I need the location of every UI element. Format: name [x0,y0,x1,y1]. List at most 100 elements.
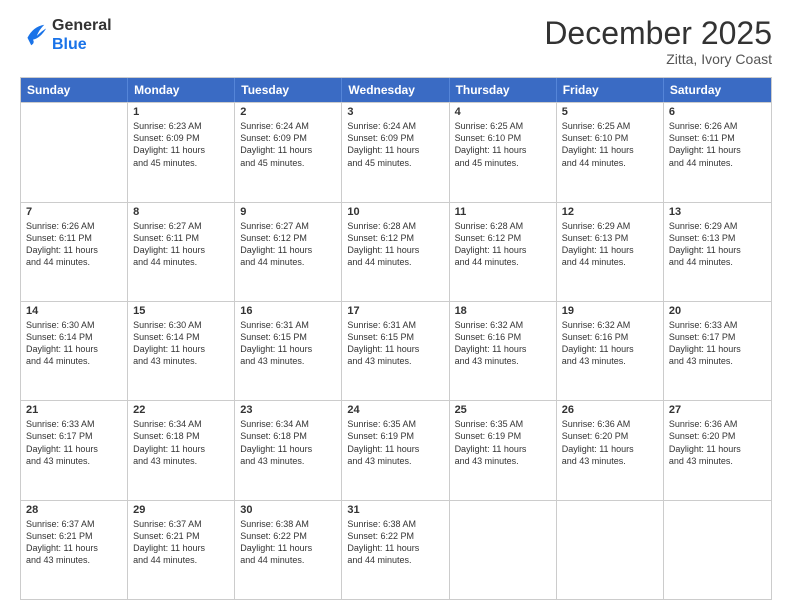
day-info: Sunrise: 6:34 AMSunset: 6:18 PMDaylight:… [133,418,229,467]
week-row-1: 1Sunrise: 6:23 AMSunset: 6:09 PMDaylight… [21,102,771,201]
day-number: 11 [455,206,551,218]
day-number: 4 [455,106,551,118]
day-info: Sunrise: 6:31 AMSunset: 6:15 PMDaylight:… [347,319,443,368]
cal-cell-1: 1Sunrise: 6:23 AMSunset: 6:09 PMDaylight… [128,103,235,201]
cal-cell-23: 23 Sunrise: 6:34 AMSunset: 6:18 PMDayligh… [235,401,342,499]
cal-cell-15: 15 Sunrise: 6:30 AMSunset: 6:14 PMDayligh… [128,302,235,400]
cal-cell-11: 11 Sunrise: 6:28 AMSunset: 6:12 PMDayligh… [450,203,557,301]
day-of-week-tuesday: Tuesday [235,78,342,102]
week-row-2: 7 Sunrise: 6:26 AMSunset: 6:11 PMDaylight… [21,202,771,301]
logo-text: General Blue [52,16,112,54]
day-number: 25 [455,404,551,416]
cal-cell-31: 31 Sunrise: 6:38 AMSunset: 6:22 PMDayligh… [342,501,449,599]
cal-cell-27: 27 Sunrise: 6:36 AMSunset: 6:20 PMDayligh… [664,401,771,499]
day-number: 1 [133,106,229,118]
cal-cell-8: 8 Sunrise: 6:27 AMSunset: 6:11 PMDaylight… [128,203,235,301]
calendar-header: SundayMondayTuesdayWednesdayThursdayFrid… [21,78,771,102]
day-info: Sunrise: 6:33 AMSunset: 6:17 PMDaylight:… [669,319,766,368]
day-info: Sunrise: 6:35 AMSunset: 6:19 PMDaylight:… [347,418,443,467]
cal-cell-7: 7 Sunrise: 6:26 AMSunset: 6:11 PMDaylight… [21,203,128,301]
day-info: Sunrise: 6:28 AMSunset: 6:12 PMDaylight:… [455,220,551,269]
cal-cell-13: 13 Sunrise: 6:29 AMSunset: 6:13 PMDayligh… [664,203,771,301]
cal-cell-empty-5 [557,501,664,599]
cal-cell-18: 18Sunrise: 6:32 AMSunset: 6:16 PMDayligh… [450,302,557,400]
cal-cell-20: 20 Sunrise: 6:33 AMSunset: 6:17 PMDayligh… [664,302,771,400]
day-number: 17 [347,305,443,317]
day-number: 28 [26,504,122,516]
day-info: Sunrise: 6:37 AMSunset: 6:21 PMDaylight:… [26,518,122,567]
cal-cell-6: 6 Sunrise: 6:26 AMSunset: 6:11 PMDaylight… [664,103,771,201]
month-title: December 2025 [544,16,772,51]
day-number: 16 [240,305,336,317]
day-of-week-friday: Friday [557,78,664,102]
header: General Blue December 2025 Zitta, Ivory … [20,16,772,67]
day-info: Sunrise: 6:30 AMSunset: 6:14 PMDaylight:… [133,319,229,368]
week-row-4: 21 Sunrise: 6:33 AMSunset: 6:17 PMDayligh… [21,400,771,499]
day-info: Sunrise: 6:38 AMSunset: 6:22 PMDaylight:… [347,518,443,567]
day-info: Sunrise: 6:25 AMSunset: 6:10 PMDaylight:… [562,120,658,169]
day-of-week-monday: Monday [128,78,235,102]
calendar: SundayMondayTuesdayWednesdayThursdayFrid… [20,77,772,600]
day-info: Sunrise: 6:38 AMSunset: 6:22 PMDaylight:… [240,518,336,567]
logo-icon [20,21,48,49]
day-number: 3 [347,106,443,118]
day-of-week-thursday: Thursday [450,78,557,102]
cal-cell-25: 25 Sunrise: 6:35 AMSunset: 6:19 PMDayligh… [450,401,557,499]
day-number: 12 [562,206,658,218]
day-number: 7 [26,206,122,218]
day-number: 6 [669,106,766,118]
day-number: 10 [347,206,443,218]
cal-cell-3: 3 Sunrise: 6:24 AMSunset: 6:09 PMDaylight… [342,103,449,201]
day-number: 24 [347,404,443,416]
day-number: 8 [133,206,229,218]
day-info: Sunrise: 6:34 AMSunset: 6:18 PMDaylight:… [240,418,336,467]
day-number: 31 [347,504,443,516]
day-number: 9 [240,206,336,218]
day-number: 23 [240,404,336,416]
cal-cell-19: 19Sunrise: 6:32 AMSunset: 6:16 PMDayligh… [557,302,664,400]
day-info: Sunrise: 6:29 AMSunset: 6:13 PMDaylight:… [562,220,658,269]
day-info: Sunrise: 6:31 AMSunset: 6:15 PMDaylight:… [240,319,336,368]
cal-cell-17: 17 Sunrise: 6:31 AMSunset: 6:15 PMDayligh… [342,302,449,400]
cal-cell-empty-6 [664,501,771,599]
day-info: Sunrise: 6:25 AMSunset: 6:10 PMDaylight:… [455,120,551,169]
day-number: 29 [133,504,229,516]
cal-cell-30: 30 Sunrise: 6:38 AMSunset: 6:22 PMDayligh… [235,501,342,599]
cal-cell-16: 16 Sunrise: 6:31 AMSunset: 6:15 PMDayligh… [235,302,342,400]
cal-cell-24: 24 Sunrise: 6:35 AMSunset: 6:19 PMDayligh… [342,401,449,499]
day-number: 22 [133,404,229,416]
day-info: Sunrise: 6:30 AMSunset: 6:14 PMDaylight:… [26,319,122,368]
title-block: December 2025 Zitta, Ivory Coast [544,16,772,67]
day-info: Sunrise: 6:27 AMSunset: 6:12 PMDaylight:… [240,220,336,269]
day-number: 15 [133,305,229,317]
logo: General Blue [20,16,112,54]
cal-cell-28: 28 Sunrise: 6:37 AMSunset: 6:21 PMDayligh… [21,501,128,599]
day-number: 21 [26,404,122,416]
cal-cell-5: 5Sunrise: 6:25 AMSunset: 6:10 PMDaylight… [557,103,664,201]
day-info: Sunrise: 6:27 AMSunset: 6:11 PMDaylight:… [133,220,229,269]
day-number: 14 [26,305,122,317]
day-info: Sunrise: 6:26 AMSunset: 6:11 PMDaylight:… [26,220,122,269]
day-of-week-wednesday: Wednesday [342,78,449,102]
week-row-5: 28 Sunrise: 6:37 AMSunset: 6:21 PMDayligh… [21,500,771,599]
day-number: 20 [669,305,766,317]
day-info: Sunrise: 6:29 AMSunset: 6:13 PMDaylight:… [669,220,766,269]
day-number: 26 [562,404,658,416]
day-info: Sunrise: 6:35 AMSunset: 6:19 PMDaylight:… [455,418,551,467]
day-of-week-sunday: Sunday [21,78,128,102]
day-number: 19 [562,305,658,317]
day-info: Sunrise: 6:24 AMSunset: 6:09 PMDaylight:… [347,120,443,169]
cal-cell-9: 9 Sunrise: 6:27 AMSunset: 6:12 PMDaylight… [235,203,342,301]
day-number: 30 [240,504,336,516]
day-info: Sunrise: 6:33 AMSunset: 6:17 PMDaylight:… [26,418,122,467]
cal-cell-empty-0 [21,103,128,201]
page: General Blue December 2025 Zitta, Ivory … [0,0,792,612]
day-info: Sunrise: 6:36 AMSunset: 6:20 PMDaylight:… [669,418,766,467]
week-row-3: 14 Sunrise: 6:30 AMSunset: 6:14 PMDayligh… [21,301,771,400]
cal-cell-12: 12 Sunrise: 6:29 AMSunset: 6:13 PMDayligh… [557,203,664,301]
day-info: Sunrise: 6:37 AMSunset: 6:21 PMDaylight:… [133,518,229,567]
day-info: Sunrise: 6:26 AMSunset: 6:11 PMDaylight:… [669,120,766,169]
day-number: 18 [455,305,551,317]
day-number: 27 [669,404,766,416]
day-number: 13 [669,206,766,218]
